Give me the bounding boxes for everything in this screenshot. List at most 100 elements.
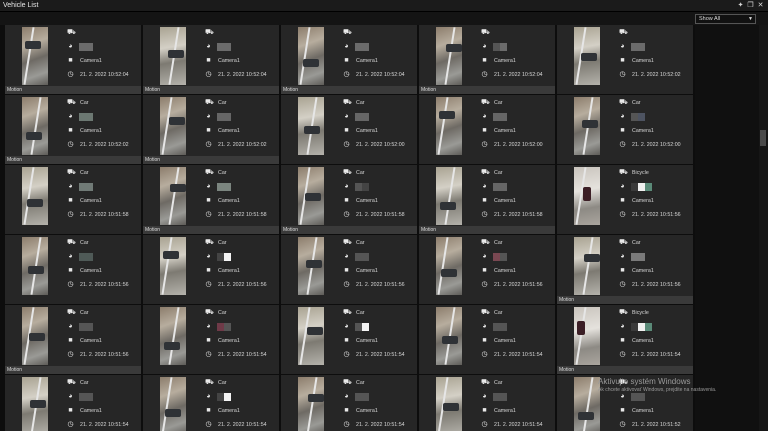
scrollbar-thumb[interactable]: [760, 130, 766, 146]
vehicle-card[interactable]: ⛟ Car ◕ ■ Camera1 ◷ 21. 2. 2022 10:52:00: [419, 95, 555, 164]
car-icon: ⛟: [67, 379, 76, 386]
vehicle-thumbnail[interactable]: [160, 307, 186, 365]
vehicle-thumbnail[interactable]: [160, 237, 186, 295]
vehicle-thumbnail[interactable]: [436, 377, 462, 431]
color-swatches: [217, 322, 231, 331]
thumbnail-pole: [444, 167, 456, 225]
timestamp-label: 21. 2. 2022 10:51:52: [632, 421, 681, 428]
vehicle-thumbnail[interactable]: [22, 97, 48, 155]
camera-row: ■ Camera1: [481, 56, 515, 65]
car-row: ⛟ Car: [205, 168, 227, 177]
color-swatch: [631, 252, 638, 261]
filter-dropdown[interactable]: Show All ▼: [695, 14, 756, 24]
vehicle-card[interactable]: ⛟ ◕ ■ Camera1 ◷ 21. 2. 2022 10:52:02: [557, 25, 693, 94]
vehicle-card[interactable]: ⛟ Car ◕ ■ Camera1 ◷ 21. 2. 2022 10:52:00: [557, 95, 693, 164]
vehicle-card[interactable]: ⛟ ◕ ■ Camera1 ◷ 21. 2. 2022 10:52:04 Motion: [419, 25, 555, 94]
thumbnail-vehicle: [164, 342, 180, 350]
vehicle-thumbnail[interactable]: [436, 237, 462, 295]
motion-label: Motion: [143, 156, 279, 164]
vehicle-thumbnail[interactable]: [298, 307, 324, 365]
vehicle-thumbnail[interactable]: [574, 377, 600, 431]
car-row: ⛟ Car: [343, 308, 365, 317]
vehicle-card[interactable]: ⛟ Car ◕ ■ Camera1 ◷ 21. 2. 2022 10:51:56: [281, 235, 417, 304]
vehicle-thumbnail[interactable]: [574, 307, 600, 365]
vehicle-card[interactable]: ⛟ ◕ ■ Camera1 ◷ 21. 2. 2022 10:52:04 Motion: [143, 25, 279, 94]
car-icon: ⛟: [619, 309, 628, 316]
vehicle-thumbnail[interactable]: [436, 167, 462, 225]
vehicle-card[interactable]: ⛟ Car ◕ ■ Camera1 ◷ 21. 2. 2022 10:51:54: [419, 305, 555, 374]
vehicle-card[interactable]: ⛟ Car ◕ ■ Camera1 ◷ 21. 2. 2022 10:51:56: [419, 235, 555, 304]
vehicle-thumbnail[interactable]: [574, 167, 600, 225]
color-swatch: [217, 112, 224, 121]
vehicle-thumbnail[interactable]: [160, 167, 186, 225]
car-row: ⛟: [619, 28, 628, 37]
vehicle-card[interactable]: ⛟ Car ◕ ■ Camera1 ◷ 21. 2. 2022 10:51:58 Motion: [419, 165, 555, 234]
car-icon: ⛟: [481, 379, 490, 386]
clock-icon: ◷: [481, 141, 488, 148]
vehicle-thumbnail[interactable]: [22, 27, 48, 85]
vehicle-card[interactable]: ⛟ Bicycle ◕ ■ Camera1 ◷ 21. 2. 2022 10:51:54 Mo…: [557, 305, 693, 374]
vehicle-card[interactable]: ⛟ Car ◕ ■ Camera1 ◷ 21. 2. 2022 10:52:02 Motion: [5, 95, 141, 164]
vehicle-card[interactable]: ⛟ Car ◕ ■ Camera1 ◷ 21. 2. 2022 10:51:56 Motion: [557, 235, 693, 304]
color-swatch: [217, 392, 224, 401]
clock-icon: ◷: [205, 351, 212, 358]
timestamp-label: 21. 2. 2022 10:51:54: [494, 421, 543, 428]
vehicle-card[interactable]: ⛟ ◕ ■ Camera1 ◷ 21. 2. 2022 10:52:04 Motion: [5, 25, 141, 94]
restore-icon[interactable]: ❐: [747, 2, 754, 9]
palette-icon: ◕: [344, 183, 349, 190]
clock-icon: ◷: [205, 421, 212, 428]
timestamp-label: 21. 2. 2022 10:51:54: [494, 351, 543, 358]
vehicle-thumbnail[interactable]: [160, 97, 186, 155]
vehicle-thumbnail[interactable]: [574, 237, 600, 295]
vehicle-thumbnail[interactable]: [436, 97, 462, 155]
vehicle-card[interactable]: ⛟ Car ◕ ■ Camera1 ◷ 21. 2. 2022 10:51:54: [419, 375, 555, 431]
vehicle-type-label: Car: [356, 309, 365, 316]
vehicle-card[interactable]: ⛟ Car ◕ ■ Camera1 ◷ 21. 2. 2022 10:52:00: [281, 95, 417, 164]
vehicle-card[interactable]: ⛟ Car ◕ ■ Camera1 ◷ 21. 2. 2022 10:51:54: [281, 305, 417, 374]
vehicle-card[interactable]: ⛟ Car ◕ ■ Camera1 ◷ 21. 2. 2022 10:51:56: [5, 235, 141, 304]
vehicle-card[interactable]: ⛟ Car ◕ ■ Camera1 ◷ 21. 2. 2022 10:51:58 Motion: [281, 165, 417, 234]
vehicle-thumbnail[interactable]: [574, 27, 600, 85]
vehicle-card[interactable]: ⛟ Car ◕ ■ Camera1 ◷ 21. 2. 2022 10:51:58 Motion: [143, 165, 279, 234]
vehicle-thumbnail[interactable]: [160, 377, 186, 431]
vehicle-thumbnail[interactable]: [298, 97, 324, 155]
vehicle-thumbnail[interactable]: [22, 237, 48, 295]
vehicle-card[interactable]: ⛟ Car ◕ ■ Camera1 ◷ 21. 2. 2022 10:51:54: [143, 305, 279, 374]
vehicle-thumbnail[interactable]: [298, 27, 324, 85]
palette-row: ◕: [205, 392, 231, 401]
vehicle-thumbnail[interactable]: [160, 27, 186, 85]
vehicle-thumbnail[interactable]: [436, 27, 462, 85]
scrollbar[interactable]: [759, 25, 768, 431]
close-icon[interactable]: ✕: [757, 2, 764, 9]
palette-row: ◕: [619, 182, 652, 191]
vehicle-thumbnail[interactable]: [298, 377, 324, 431]
vehicle-type-label: Car: [218, 309, 227, 316]
vehicle-card[interactable]: ⛟ ◕ ■ Camera1 ◷ 21. 2. 2022 10:52:04 Motion: [281, 25, 417, 94]
clock-icon: ◷: [619, 211, 626, 218]
car-icon: ⛟: [619, 29, 628, 36]
thumbnail-vehicle: [583, 187, 591, 201]
vehicle-card[interactable]: ⛟ Car ◕ ■ Camera1 ◷ 21. 2. 2022 10:51:54: [281, 375, 417, 431]
vehicle-thumbnail[interactable]: [22, 377, 48, 431]
car-row: ⛟: [67, 28, 76, 37]
vehicle-card[interactable]: ⛟ Car ◕ ■ Camera1 ◷ 21. 2. 2022 10:51:54: [5, 375, 141, 431]
car-row: ⛟ Bicycle: [619, 308, 649, 317]
vehicle-card[interactable]: ⛟ Bicycle ◕ ■ Camera1 ◷ 21. 2. 2022 10:51:56: [557, 165, 693, 234]
vehicle-card[interactable]: ⛟ Car ◕ ■ Camera1 ◷ 21. 2. 2022 10:51:56: [143, 235, 279, 304]
vehicle-card[interactable]: ⛟ Car ◕ ■ Camera1 ◷ 21. 2. 2022 10:51:56 Motion: [5, 305, 141, 374]
vehicle-thumbnail[interactable]: [436, 307, 462, 365]
vehicle-thumbnail[interactable]: [22, 167, 48, 225]
vehicle-thumbnail[interactable]: [574, 97, 600, 155]
vehicle-thumbnail[interactable]: [298, 167, 324, 225]
vehicle-thumbnail[interactable]: [298, 237, 324, 295]
vehicle-card[interactable]: ⛟ Car ◕ ■ Camera1 ◷ 21. 2. 2022 10:51:54: [143, 375, 279, 431]
vehicle-thumbnail[interactable]: [22, 307, 48, 365]
vehicle-card[interactable]: ⛟ Car ◕ ■ Camera1 ◷ 21. 2. 2022 10:52:02 Motion: [143, 95, 279, 164]
color-swatch: [79, 392, 86, 401]
pin-icon[interactable]: ✦: [737, 2, 744, 9]
palette-icon: ◕: [206, 393, 211, 400]
palette-icon: ◕: [206, 113, 211, 120]
color-swatch: [224, 112, 231, 121]
color-swatch: [645, 322, 652, 331]
vehicle-card[interactable]: ⛟ Car ◕ ■ Camera1 ◷ 21. 2. 2022 10:51:58: [5, 165, 141, 234]
